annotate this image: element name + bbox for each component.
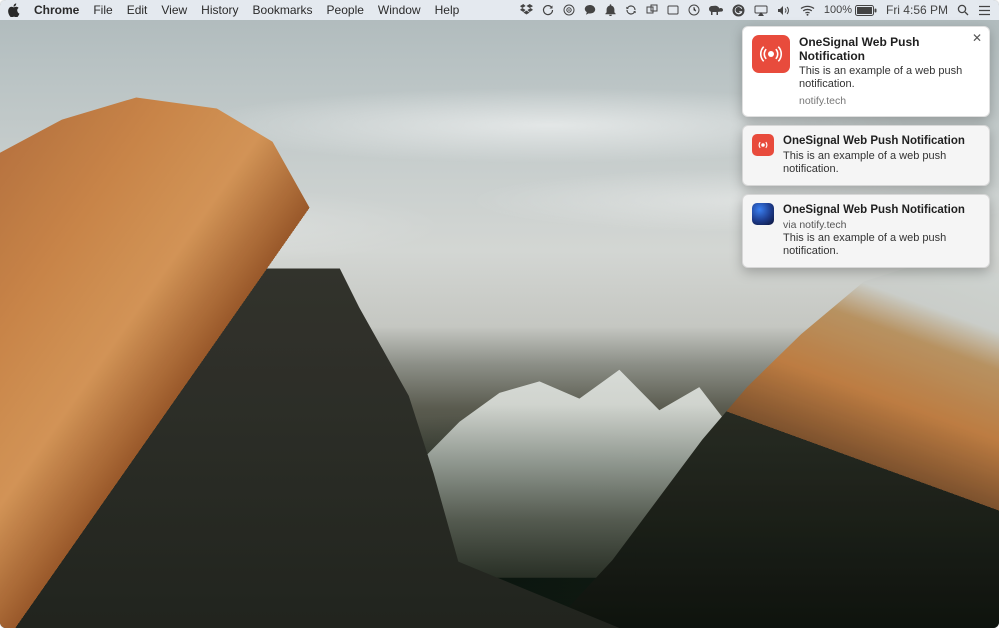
- volume-icon[interactable]: [777, 5, 791, 16]
- wifi-icon[interactable]: [800, 5, 815, 16]
- menu-help[interactable]: Help: [435, 3, 460, 17]
- notification-body: This is an example of a web push notific…: [799, 65, 980, 91]
- airplay-icon[interactable]: [754, 5, 768, 16]
- onesignal-app-icon: [752, 134, 774, 156]
- notification-card[interactable]: ✕ OneSignal Web Push Notification This i…: [742, 26, 990, 117]
- bell-icon[interactable]: [605, 4, 616, 16]
- notification-center-icon[interactable]: [978, 5, 991, 16]
- chat-bubble-icon[interactable]: [584, 4, 596, 16]
- mac-menubar: Chrome File Edit View History Bookmarks …: [0, 0, 999, 20]
- desktop-screen: Chrome File Edit View History Bookmarks …: [0, 0, 999, 628]
- overlap-squares-icon[interactable]: [646, 4, 658, 16]
- sync-icon[interactable]: [542, 4, 554, 16]
- menu-file[interactable]: File: [93, 3, 112, 17]
- menubar-app-name[interactable]: Chrome: [34, 3, 79, 17]
- rect-icon[interactable]: [667, 5, 679, 15]
- close-icon[interactable]: ✕: [972, 32, 982, 44]
- menu-window[interactable]: Window: [378, 3, 421, 17]
- notification-card[interactable]: OneSignal Web Push Notification via noti…: [742, 194, 990, 268]
- menubar-left: Chrome File Edit View History Bookmarks …: [8, 3, 459, 17]
- notification-title: OneSignal Web Push Notification: [799, 35, 980, 63]
- safari-app-icon: [752, 203, 774, 225]
- elephant-icon[interactable]: [709, 4, 723, 16]
- onesignal-app-icon: [752, 35, 790, 73]
- menu-edit[interactable]: Edit: [127, 3, 148, 17]
- grammarly-icon[interactable]: [732, 4, 745, 17]
- menu-history[interactable]: History: [201, 3, 238, 17]
- menu-view[interactable]: View: [161, 3, 187, 17]
- notification-body: This is an example of a web push notific…: [783, 150, 980, 176]
- menubar-right: 100% Fri 4:56 PM: [520, 3, 991, 17]
- notification-title: OneSignal Web Push Notification: [783, 134, 980, 148]
- battery-status[interactable]: 100%: [824, 4, 877, 16]
- refresh-icon[interactable]: [625, 4, 637, 16]
- menu-people[interactable]: People: [327, 3, 364, 17]
- spotlight-icon[interactable]: [957, 4, 969, 16]
- notification-via: via notify.tech: [783, 219, 980, 231]
- menubar-clock[interactable]: Fri 4:56 PM: [886, 3, 948, 17]
- notification-title: OneSignal Web Push Notification: [783, 203, 980, 217]
- dropbox-icon[interactable]: [520, 4, 533, 16]
- notification-card[interactable]: OneSignal Web Push Notification This is …: [742, 125, 990, 186]
- menu-bookmarks[interactable]: Bookmarks: [253, 3, 313, 17]
- notification-body: This is an example of a web push notific…: [783, 232, 980, 258]
- notification-source: notify.tech: [799, 95, 980, 107]
- apple-menu-icon[interactable]: [8, 3, 20, 17]
- battery-percent-label: 100%: [824, 4, 852, 16]
- notification-stack: ✕ OneSignal Web Push Notification This i…: [742, 26, 990, 268]
- target-icon[interactable]: [563, 4, 575, 16]
- clock-outline-icon[interactable]: [688, 4, 700, 16]
